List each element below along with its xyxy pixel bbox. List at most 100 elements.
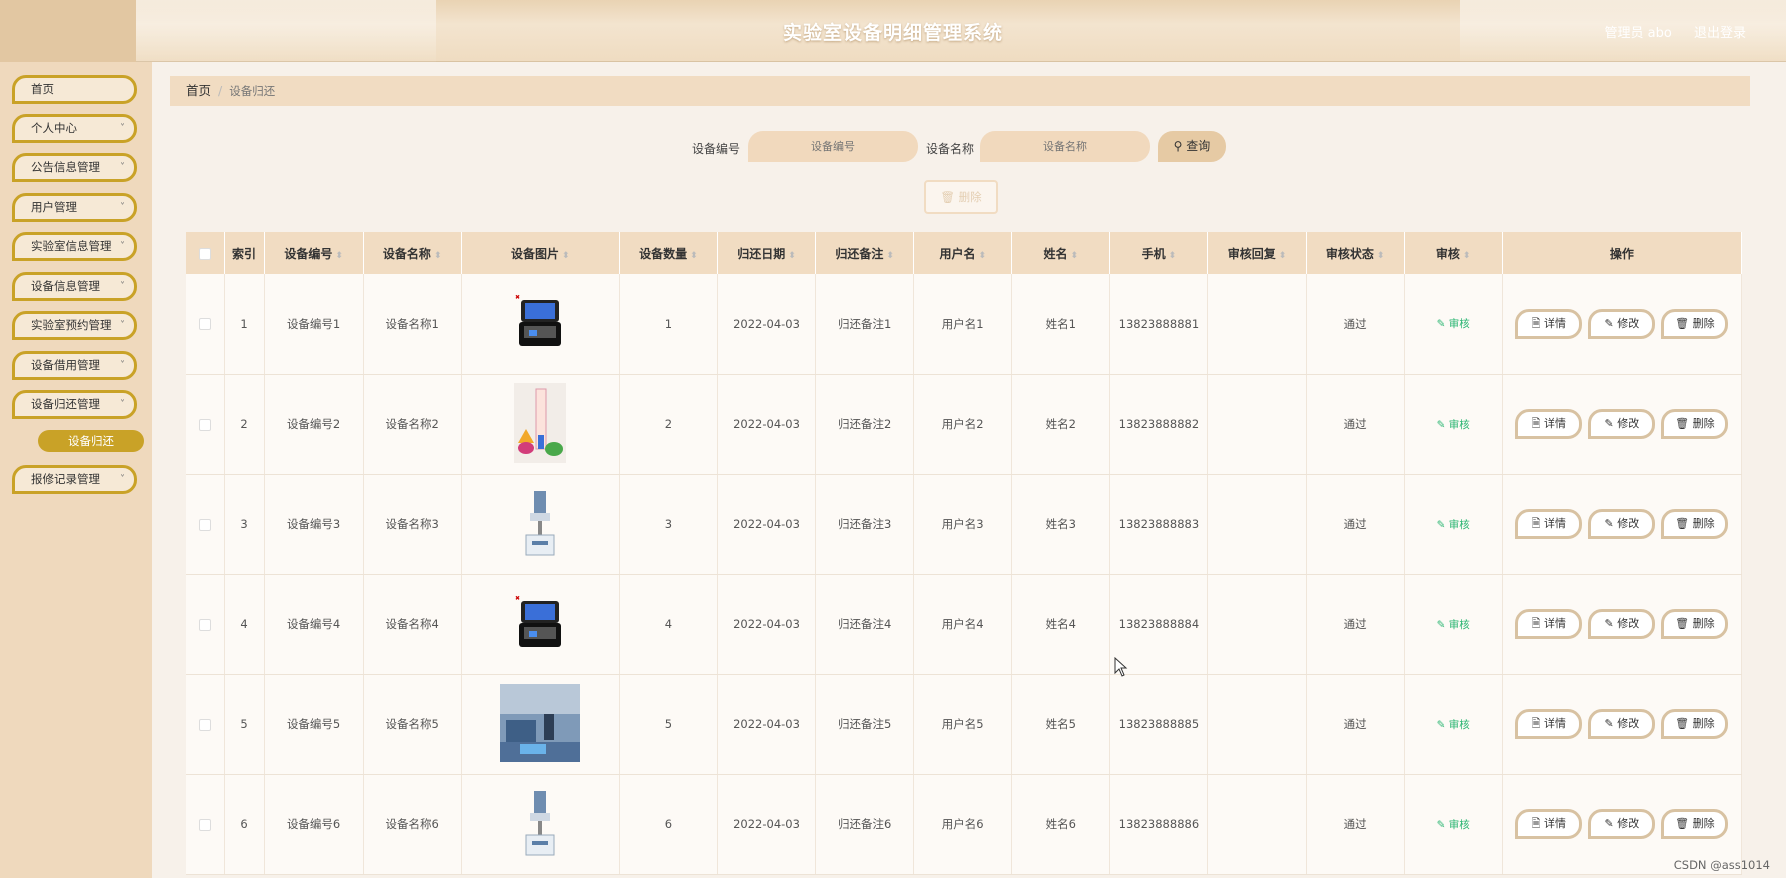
audit-link[interactable]: ✎ 审核 [1437,619,1470,631]
edit-button[interactable]: ✎ 修改 [1588,509,1656,539]
equipment-image[interactable] [520,489,560,560]
column-header[interactable]: 归还备注 ⬍ [815,232,915,274]
delete-button[interactable]: 🗑 删除 [1661,809,1729,839]
sidebar-item[interactable]: 公告信息管理 ˅ [12,153,137,182]
batch-delete-button[interactable]: 🗑 删除 [924,180,998,214]
search-input-name[interactable] [980,131,1150,162]
sidebar-item[interactable]: 设备归还管理 ˅ [12,390,137,419]
column-header[interactable]: 审核状态 ⬍ [1306,232,1405,274]
row-checkbox[interactable] [198,618,211,631]
qty-cell: 2 [619,374,718,475]
row-checkbox[interactable] [198,418,211,431]
edit-button[interactable]: ✎ 修改 [1588,809,1656,839]
sidebar-item[interactable]: 实验室信息管理 ˅ [12,232,137,261]
query-button[interactable]: ⚲ 查询 [1158,131,1226,162]
sidebar-item[interactable]: 个人中心 ˅ [12,114,137,143]
column-header[interactable]: 手机 ⬍ [1109,232,1209,274]
detail-button[interactable]: 🗎 详情 [1515,509,1583,539]
sort-icon[interactable]: ⬍ [886,251,894,261]
sidebar-item[interactable]: 实验室预约管理 ˅ [12,311,137,340]
search-input-code[interactable] [748,131,918,162]
row-checkbox[interactable] [198,318,211,331]
detail-button[interactable]: 🗎 详情 [1515,609,1583,639]
column-header[interactable]: 设备编号 ⬍ [264,232,364,274]
column-header[interactable]: 设备名称 ⬍ [363,232,462,274]
column-header[interactable]: 设备数量 ⬍ [619,232,718,274]
breadcrumb-home[interactable]: 首页 [186,83,211,98]
edit-button[interactable]: ✎ 修改 [1588,709,1656,739]
sort-icon[interactable]: ⬍ [335,251,343,261]
sort-icon[interactable]: ⬍ [562,251,570,261]
sort-icon[interactable]: ⬍ [1463,251,1471,261]
image-cell [461,374,620,475]
equipment-image[interactable] [500,683,581,765]
sidebar-subitem-active[interactable]: 设备归还 [38,430,144,452]
row-checkbox[interactable] [198,818,211,831]
equipment-image[interactable]: ✖ [513,290,567,357]
audit-link[interactable]: ✎ 审核 [1437,318,1470,330]
sidebar-item[interactable]: 用户管理 ˅ [12,193,137,222]
equipment-image[interactable]: ✖ [513,591,567,658]
table-row[interactable]: 4 设备编号4 设备名称4 ✖ 4 2022-04-03 归还备注4 用户名4 姓名4 13823… [186,574,1743,675]
row-checkbox[interactable] [198,718,211,731]
table-row[interactable]: 6 设备编号6 设备名称6 6 2022-04-03 归还备注6 用户名6 姓名6 138238… [186,774,1743,875]
detail-button[interactable]: 🗎 详情 [1515,308,1583,339]
delete-button[interactable]: 🗑 删除 [1661,709,1729,739]
table-row[interactable]: 2 设备编号2 设备名称2 2 2022-04-03 归还备注2 用户名2 姓名2 138238… [186,374,1743,475]
audit-link[interactable]: ✎ 审核 [1437,819,1470,831]
edit-button[interactable]: ✎ 修改 [1588,409,1656,439]
edit-button[interactable]: ✎ 修改 [1588,308,1656,339]
edit-button[interactable]: ✎ 修改 [1588,609,1656,639]
equipment-image[interactable] [520,789,560,860]
detail-button[interactable]: 🗎 详情 [1515,709,1583,739]
audit-link[interactable]: ✎ 审核 [1437,419,1470,431]
column-header[interactable]: 用户名 ⬍ [913,232,1013,274]
column-header[interactable]: 归还日期 ⬍ [717,232,817,274]
column-header-label: 归还备注 [835,246,884,261]
reply-cell [1207,574,1307,675]
row-checkbox[interactable] [198,518,211,531]
column-header[interactable]: 审核回复 ⬍ [1207,232,1307,274]
detail-button[interactable]: 🗎 详情 [1515,409,1583,439]
image-cell [461,774,620,875]
audit-link-label: 审核 [1448,318,1470,331]
delete-button[interactable]: 🗑 删除 [1661,509,1729,539]
sidebar-item[interactable]: 设备信息管理 ˅ [12,272,137,301]
delete-button-label: 删除 [1692,316,1715,330]
return-table: 索引 设备编号 ⬍ 设备名称 ⬍ 设备图片 ⬍ 设备数量 ⬍ 归还日期 ⬍ 归还备注 ⬍ 用户名 ⬍ 姓名 ⬍ 手… [186,232,1743,875]
column-header[interactable]: 操作 [1502,232,1743,274]
column-header[interactable]: 设备图片 ⬍ [461,232,620,274]
select-all-checkbox[interactable] [198,247,211,260]
breadcrumb-current: 设备归还 [229,84,276,98]
column-header[interactable]: 姓名 ⬍ [1011,232,1111,274]
sort-icon[interactable]: ⬍ [1279,251,1287,261]
table-row[interactable]: 5 设备编号5 设备名称5 5 2022-04-03 归还备注5 用户名5 姓名5 138238… [186,674,1743,775]
delete-button[interactable]: 🗑 删除 [1661,409,1729,439]
audit-link[interactable]: ✎ 审核 [1437,719,1470,731]
audit-link[interactable]: ✎ 审核 [1437,519,1470,531]
column-header[interactable]: 索引 [224,232,265,274]
sidebar-item-label: 实验室信息管理 [31,239,112,253]
sort-icon[interactable]: ⬍ [1071,251,1079,261]
sort-icon[interactable]: ⬍ [1377,251,1385,261]
sidebar-item[interactable]: 设备借用管理 ˅ [12,351,137,380]
delete-button[interactable]: 🗑 删除 [1661,609,1729,639]
sort-icon[interactable]: ⬍ [1169,251,1177,261]
table-row[interactable]: 3 设备编号3 设备名称3 3 2022-04-03 归还备注3 用户名3 姓名3 138238… [186,474,1743,575]
admin-user-label[interactable]: 管理员 abo [1605,26,1672,41]
equipment-image[interactable] [514,382,567,466]
sort-icon[interactable]: ⬍ [978,251,986,261]
column-header[interactable]: 审核 ⬍ [1404,232,1503,274]
delete-button[interactable]: 🗑 删除 [1661,308,1729,339]
remark-cell: 归还备注5 [815,674,915,775]
sidebar-item[interactable]: 报修记录管理 ˅ [12,465,137,494]
reply-cell [1207,374,1307,475]
date-cell: 2022-04-03 [717,574,817,675]
sidebar-item[interactable]: 首页 [12,75,137,104]
sort-icon[interactable]: ⬍ [788,251,796,261]
logout-link[interactable]: 退出登录 [1694,26,1746,41]
table-row[interactable]: 1 设备编号1 设备名称1 ✖ 1 2022-04-03 归还备注1 用户名1 姓名1 13823… [186,274,1743,375]
detail-button[interactable]: 🗎 详情 [1515,809,1583,839]
sort-icon[interactable]: ⬍ [690,251,698,261]
sort-icon[interactable]: ⬍ [434,251,442,261]
